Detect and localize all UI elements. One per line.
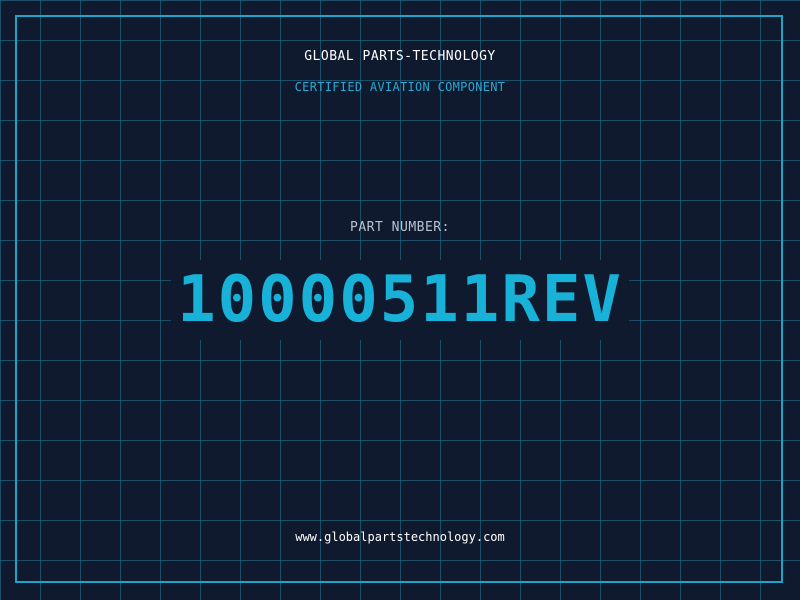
company-name: GLOBAL PARTS-TECHNOLOGY: [304, 49, 496, 64]
certification-subtitle: CERTIFIED AVIATION COMPONENT: [294, 80, 506, 94]
part-number-container: 10000511REV: [0, 260, 800, 340]
part-number-value: 10000511REV: [171, 260, 629, 340]
label-card: GLOBAL PARTS-TECHNOLOGY CERTIFIED AVIATI…: [0, 0, 800, 600]
website-link[interactable]: www.globalpartstechnology.com: [0, 530, 800, 544]
part-number-label: PART NUMBER:: [350, 220, 450, 235]
